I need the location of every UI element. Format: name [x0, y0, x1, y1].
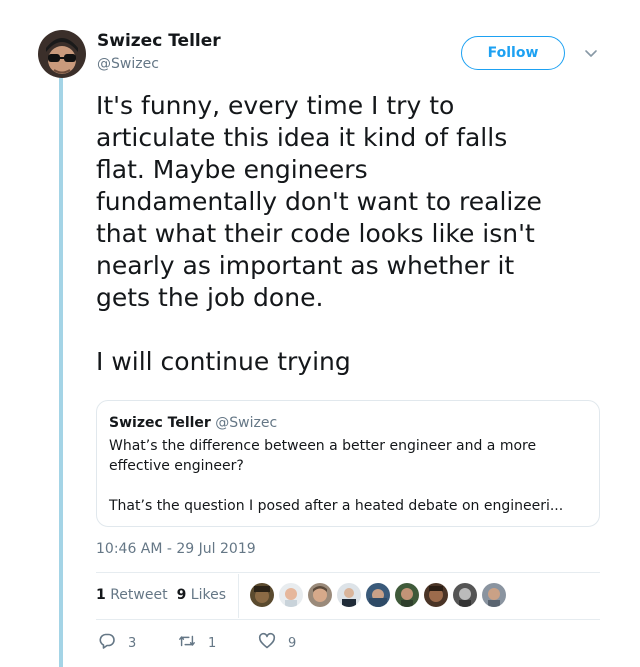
divider	[238, 574, 239, 618]
retweet-stat[interactable]: 1 Retweet	[96, 587, 168, 603]
liker-avatar[interactable]	[250, 583, 274, 607]
likes-stat-count: 9	[176, 587, 187, 603]
retweet-stat-count: 1	[96, 587, 106, 603]
quoted-tweet-header: Swizec Teller @Swizec	[109, 415, 587, 431]
retweet-stat-label: Retweet	[110, 587, 168, 603]
avatar[interactable]	[38, 30, 86, 78]
quoted-tweet-text: What’s the difference between a better e…	[109, 438, 564, 514]
quoted-tweet[interactable]: Swizec Teller @Swizec What’s the differe…	[96, 400, 600, 527]
follow-button[interactable]: Follow	[461, 36, 565, 70]
like-button[interactable]: 9	[258, 632, 296, 654]
quoted-author-handle: @Swizec	[215, 415, 278, 431]
author-handle[interactable]: @Swizec	[97, 56, 159, 72]
liker-avatar[interactable]	[395, 583, 419, 607]
chevron-down-icon[interactable]	[583, 45, 599, 61]
divider	[96, 572, 600, 573]
author-name[interactable]: Swizec Teller	[97, 31, 221, 51]
reply-count: 3	[128, 635, 137, 651]
liker-avatar[interactable]	[424, 583, 448, 607]
likes-stat[interactable]: 9 Likes	[177, 587, 226, 603]
likes-stat-label: Likes	[190, 587, 226, 603]
divider	[96, 619, 600, 620]
engagement-stats: 1 Retweet 9 Likes	[96, 586, 226, 604]
retweet-icon	[178, 632, 196, 654]
tweet-timestamp[interactable]: 10:46 AM - 29 Jul 2019	[96, 541, 256, 557]
liker-avatars	[250, 583, 511, 607]
liker-avatar[interactable]	[308, 583, 332, 607]
liker-avatar[interactable]	[453, 583, 477, 607]
liker-avatar[interactable]	[279, 583, 303, 607]
thread-line	[59, 78, 63, 667]
reply-button[interactable]: 3	[98, 632, 136, 654]
like-count: 9	[288, 635, 297, 651]
quoted-author-name: Swizec Teller	[109, 415, 211, 431]
liker-avatar[interactable]	[366, 583, 390, 607]
liker-avatar[interactable]	[482, 583, 506, 607]
heart-icon	[258, 632, 276, 654]
retweet-button[interactable]: 1	[178, 632, 216, 654]
retweet-count: 1	[208, 635, 217, 651]
reply-icon	[98, 632, 116, 654]
tweet-text: It's funny, every time I try to articula…	[96, 91, 542, 376]
liker-avatar[interactable]	[337, 583, 361, 607]
